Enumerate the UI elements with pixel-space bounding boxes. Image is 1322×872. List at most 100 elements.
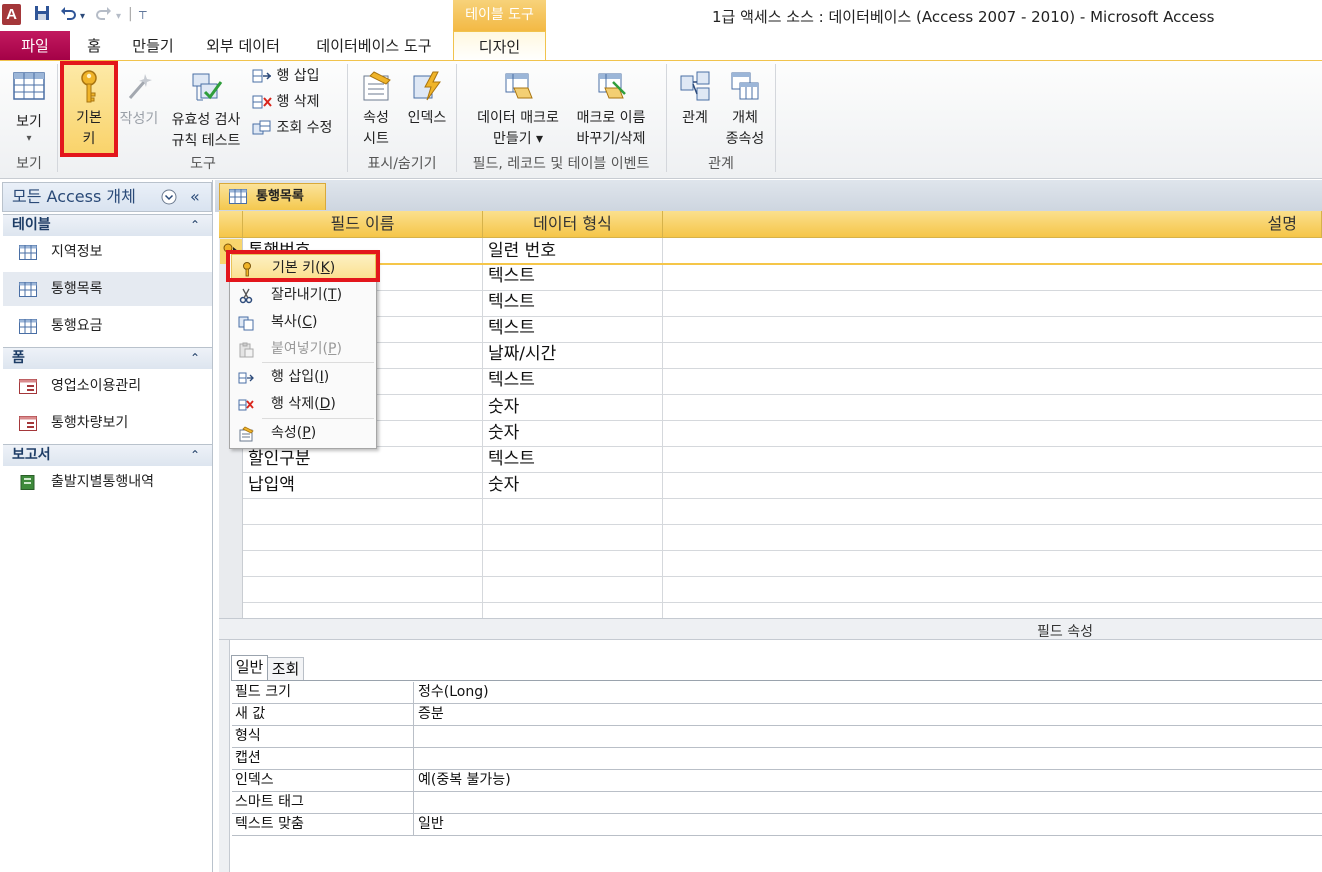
nav-section-reports[interactable]: 보고서 ⌃ bbox=[3, 444, 212, 466]
group-label-show-hide: 표시/숨기기 bbox=[367, 156, 437, 172]
property-row-text-align[interactable]: 텍스트 맞춤 일반 bbox=[232, 814, 1322, 836]
cell-data-type-row4[interactable]: 텍스트 bbox=[483, 316, 535, 341]
property-row-caption[interactable]: 캡션 bbox=[232, 748, 1322, 770]
tab-lookup[interactable]: 조회 bbox=[268, 657, 304, 680]
column-header-description[interactable]: 설명 bbox=[663, 211, 1322, 238]
tab-database-tools[interactable]: 데이터베이스 도구 bbox=[306, 31, 442, 61]
property-name: 형식 bbox=[232, 726, 414, 747]
modify-lookups-icon bbox=[252, 120, 271, 135]
nav-section-tables[interactable]: 테이블 ⌃ bbox=[3, 214, 212, 236]
nav-section-forms[interactable]: 폼 ⌃ bbox=[3, 347, 212, 369]
cell-data-type-row7[interactable]: 숫자 bbox=[483, 395, 519, 420]
cell-field-name-row10[interactable]: 납입액 bbox=[243, 473, 295, 498]
tab-file[interactable]: 파일 bbox=[0, 31, 70, 61]
undo-dropdown-icon[interactable]: ▾ bbox=[80, 8, 85, 26]
property-row-smart-tags[interactable]: 스마트 태그 bbox=[232, 792, 1322, 814]
cell-data-type-row6[interactable]: 텍스트 bbox=[483, 368, 535, 393]
view-button[interactable]: 보기 ▾ bbox=[6, 66, 52, 152]
property-row-format[interactable]: 형식 bbox=[232, 726, 1322, 748]
property-value[interactable]: 일반 bbox=[418, 814, 444, 835]
nav-item-label: 출발지별통행내역 bbox=[51, 474, 155, 490]
property-value[interactable]: 예(중복 불가능) bbox=[418, 770, 511, 791]
undo-icon[interactable] bbox=[60, 5, 76, 26]
rename-delete-macro-button[interactable]: 매크로 이름 바꾸기/삭제 bbox=[568, 66, 654, 152]
nav-item-영업소이용관리[interactable]: 영업소이용관리 bbox=[3, 369, 212, 403]
section-collapse-icon[interactable]: ⌃ bbox=[190, 215, 200, 236]
data-macro-label-line1: 데이터 매크로 bbox=[477, 110, 559, 126]
nav-pane-header[interactable]: 모든 Access 개체 bbox=[2, 182, 212, 212]
tab-design[interactable]: 디자인 bbox=[453, 31, 546, 61]
property-value[interactable]: 정수(Long) bbox=[418, 682, 489, 703]
section-collapse-icon[interactable]: ⌃ bbox=[190, 445, 200, 466]
nav-item-label: 지역정보 bbox=[51, 244, 103, 260]
column-header-field-name[interactable]: 필드 이름 bbox=[243, 211, 483, 238]
menu-item-properties[interactable]: 속성(P) bbox=[231, 420, 376, 447]
table-icon bbox=[19, 319, 37, 334]
column-header-data-type[interactable]: 데이터 형식 bbox=[483, 211, 663, 238]
menu-item-delete-rows[interactable]: 행 삭제(D) bbox=[231, 391, 376, 418]
tab-general[interactable]: 일반 bbox=[231, 655, 268, 680]
tab-home[interactable]: 홈 bbox=[78, 31, 110, 61]
property-sheet-button[interactable]: 속성 시트 bbox=[354, 66, 398, 152]
nav-item-출발지별통행내역[interactable]: 출발지별통행내역 bbox=[3, 465, 212, 499]
tab-external-data[interactable]: 외부 데이터 bbox=[196, 31, 290, 61]
object-dependencies-button[interactable]: 개체 종속성 bbox=[720, 66, 770, 152]
cell-data-type-row2[interactable]: 텍스트 bbox=[483, 264, 535, 289]
section-collapse-icon[interactable]: ⌃ bbox=[190, 348, 200, 369]
grid-row-line bbox=[243, 446, 1322, 447]
cell-field-name-row9[interactable]: 할인구분 bbox=[243, 447, 311, 472]
primary-key-button[interactable]: 기본 키 bbox=[64, 65, 114, 153]
cell-data-type-row3[interactable]: 텍스트 bbox=[483, 290, 535, 315]
properties-icon bbox=[239, 426, 254, 442]
insert-rows-button[interactable]: 행 삽입 bbox=[252, 66, 320, 88]
nav-item-통행목록[interactable]: 통행목록 bbox=[3, 272, 212, 306]
table-icon bbox=[229, 189, 247, 204]
grid-row-line bbox=[243, 342, 1322, 343]
nav-item-지역정보[interactable]: 지역정보 bbox=[3, 235, 212, 269]
property-row-new-values[interactable]: 새 값 증분 bbox=[232, 704, 1322, 726]
delete-row-icon bbox=[238, 399, 254, 411]
modify-lookups-button[interactable]: 조회 수정 bbox=[252, 118, 332, 140]
property-value[interactable]: 증분 bbox=[418, 704, 444, 725]
menu-item-paste: 붙여넣기(P) bbox=[231, 336, 376, 363]
menu-item-accelerator: P bbox=[302, 425, 311, 441]
grid-row-line bbox=[243, 498, 1322, 499]
redo-icon[interactable] bbox=[96, 5, 112, 26]
cell-data-type-row8[interactable]: 숫자 bbox=[483, 421, 519, 446]
nav-item-통행요금[interactable]: 통행요금 bbox=[3, 309, 212, 343]
group-label-view: 보기 bbox=[16, 156, 42, 172]
test-validation-rules-button[interactable]: 유효성 검사 규칙 테스트 bbox=[164, 66, 248, 152]
menu-item-label: 속성 bbox=[271, 425, 297, 441]
menu-item-insert-rows[interactable]: 행 삽입(I) bbox=[231, 364, 376, 391]
current-row-bottom-border bbox=[243, 263, 1322, 265]
save-icon[interactable] bbox=[34, 5, 50, 26]
collapse-nav-icon[interactable]: « bbox=[190, 187, 200, 206]
create-data-macros-button[interactable]: 데이터 매크로 만들기 ▾ bbox=[468, 66, 568, 152]
grid-corner[interactable] bbox=[219, 211, 243, 238]
grid-row-line bbox=[243, 602, 1322, 603]
delete-rows-button[interactable]: 행 삭제 bbox=[252, 92, 320, 114]
nav-item-통행차량보기[interactable]: 통행차량보기 bbox=[3, 406, 212, 440]
property-name: 인덱스 bbox=[232, 770, 414, 791]
access-app-icon[interactable]: A bbox=[2, 4, 21, 25]
cell-data-type-row10[interactable]: 숫자 bbox=[483, 473, 519, 498]
indexes-button[interactable]: 인덱스 bbox=[402, 66, 452, 136]
cell-data-type-row1[interactable]: 일련 번호 bbox=[483, 239, 556, 264]
relationships-button[interactable]: 관계 bbox=[674, 66, 716, 136]
cell-data-type-row9[interactable]: 텍스트 bbox=[483, 447, 535, 472]
menu-item-copy[interactable]: 복사(C) bbox=[231, 309, 376, 336]
grid-row-line bbox=[243, 394, 1322, 395]
nav-item-label: 통행요금 bbox=[51, 318, 103, 334]
customize-qat-icon[interactable]: ⊤ bbox=[138, 7, 148, 25]
nav-menu-dropdown-icon[interactable] bbox=[161, 189, 177, 209]
property-row-field-size[interactable]: 필드 크기 정수(Long) bbox=[232, 682, 1322, 704]
tab-create[interactable]: 만들기 bbox=[124, 31, 182, 61]
cell-data-type-row5[interactable]: 날짜/시간 bbox=[483, 342, 556, 367]
document-tab-통행목록[interactable]: 통행목록 bbox=[219, 183, 326, 210]
menu-item-label: 행 삽입 bbox=[271, 369, 315, 385]
menu-item-cut[interactable]: 잘라내기(T) bbox=[231, 282, 376, 309]
validation-check-icon bbox=[192, 73, 223, 101]
document-tab-label: 통행목록 bbox=[256, 189, 304, 204]
menu-item-accelerator: C bbox=[302, 314, 313, 330]
property-row-indexed[interactable]: 인덱스 예(중복 불가능) bbox=[232, 770, 1322, 792]
